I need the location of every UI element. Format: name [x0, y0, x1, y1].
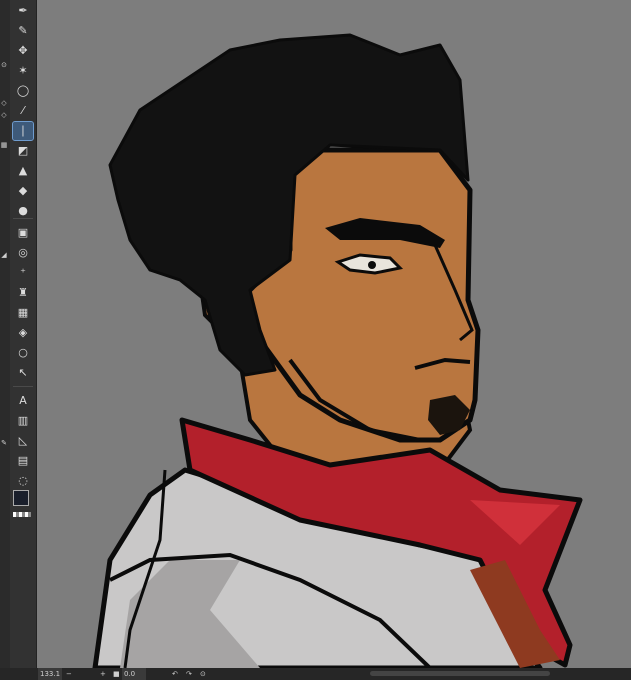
rotate-left-icon[interactable]: ↶ — [172, 668, 178, 680]
panel-icon[interactable]: ▤ — [13, 452, 33, 470]
text-icon[interactable]: A — [13, 392, 33, 410]
bucket-icon[interactable]: ♜ — [13, 284, 33, 302]
operation-icon[interactable]: ↖ — [13, 364, 33, 382]
tool-separator — [13, 218, 33, 219]
zoom-in-icon[interactable]: + — [100, 668, 106, 680]
fill-icon[interactable]: ▣ — [13, 224, 33, 242]
gradient-icon[interactable]: ▦ — [13, 304, 33, 322]
lasso-icon[interactable]: ◯ — [13, 82, 33, 100]
horizontal-scrollbar[interactable] — [370, 671, 550, 676]
drawing-canvas[interactable] — [37, 0, 631, 668]
liquify-icon[interactable]: ◎ — [13, 244, 33, 262]
panel-marker-icon: ▦ — [0, 141, 8, 149]
fit-view-icon[interactable]: ■ — [113, 668, 120, 680]
zoom-level[interactable]: 133.1 — [38, 668, 62, 680]
ellipse-icon[interactable]: ○ — [13, 344, 33, 362]
transparent-color-swatch[interactable] — [13, 512, 31, 517]
balloon-icon[interactable]: ◌ — [13, 472, 33, 490]
panel-marker-icon: ◇ — [1, 99, 7, 107]
frame-icon[interactable]: ▥ — [13, 412, 33, 430]
eraser-icon[interactable]: ◆ — [13, 182, 33, 200]
eraser-pencil-icon[interactable]: ✎ — [13, 22, 33, 40]
eyedropper-icon[interactable]: ⁄ — [13, 102, 33, 120]
auto-select-icon[interactable]: ✶ — [13, 62, 33, 80]
pen-tool-icon[interactable]: ✒ — [13, 2, 33, 20]
panel-marker-icon: ✎ — [1, 439, 7, 447]
zoom-out-icon[interactable]: − — [66, 668, 72, 680]
tool-separator — [13, 386, 33, 387]
panel-marker-icon: ◇ — [1, 111, 7, 119]
rotation-angle[interactable]: 0.0 — [122, 668, 146, 680]
move-icon[interactable]: ✥ — [13, 42, 33, 60]
foreground-color-swatch[interactable] — [13, 490, 29, 506]
illustration — [92, 33, 583, 668]
ruler-icon[interactable]: ◺ — [13, 432, 33, 450]
brush-icon[interactable]: ❘ — [12, 121, 34, 141]
panel-marker-icon: ◢ — [1, 251, 7, 259]
reset-rotation-icon[interactable]: ⊙ — [200, 668, 206, 680]
airbrush-icon[interactable]: ◩ — [13, 142, 33, 160]
paint-icon[interactable]: ▲ — [13, 162, 33, 180]
shape-icon[interactable]: ◈ — [13, 324, 33, 342]
panel-marker-icon: ⊙ — [1, 61, 7, 69]
spray-icon[interactable]: ⁺ — [13, 264, 33, 282]
pupil — [368, 261, 376, 269]
status-bar: 133.1 − + ■ 0.0 ↶ ↷ ⊙ — [0, 668, 631, 680]
tool-palette: ✒ ✎ ✥ ✶ ◯ ⁄ ❘ ◩ ▲ ◆ ● ▣ ◎ ⁺ ♜ ▦ ◈ ○ ↖ A ▥ ◺ ▤ ◌ — [10, 0, 37, 668]
side-panel-edge: ⊙ ◇ ◇ ▦ ◢ ✎ — [0, 0, 10, 680]
rotate-right-icon[interactable]: ↷ — [186, 668, 192, 680]
